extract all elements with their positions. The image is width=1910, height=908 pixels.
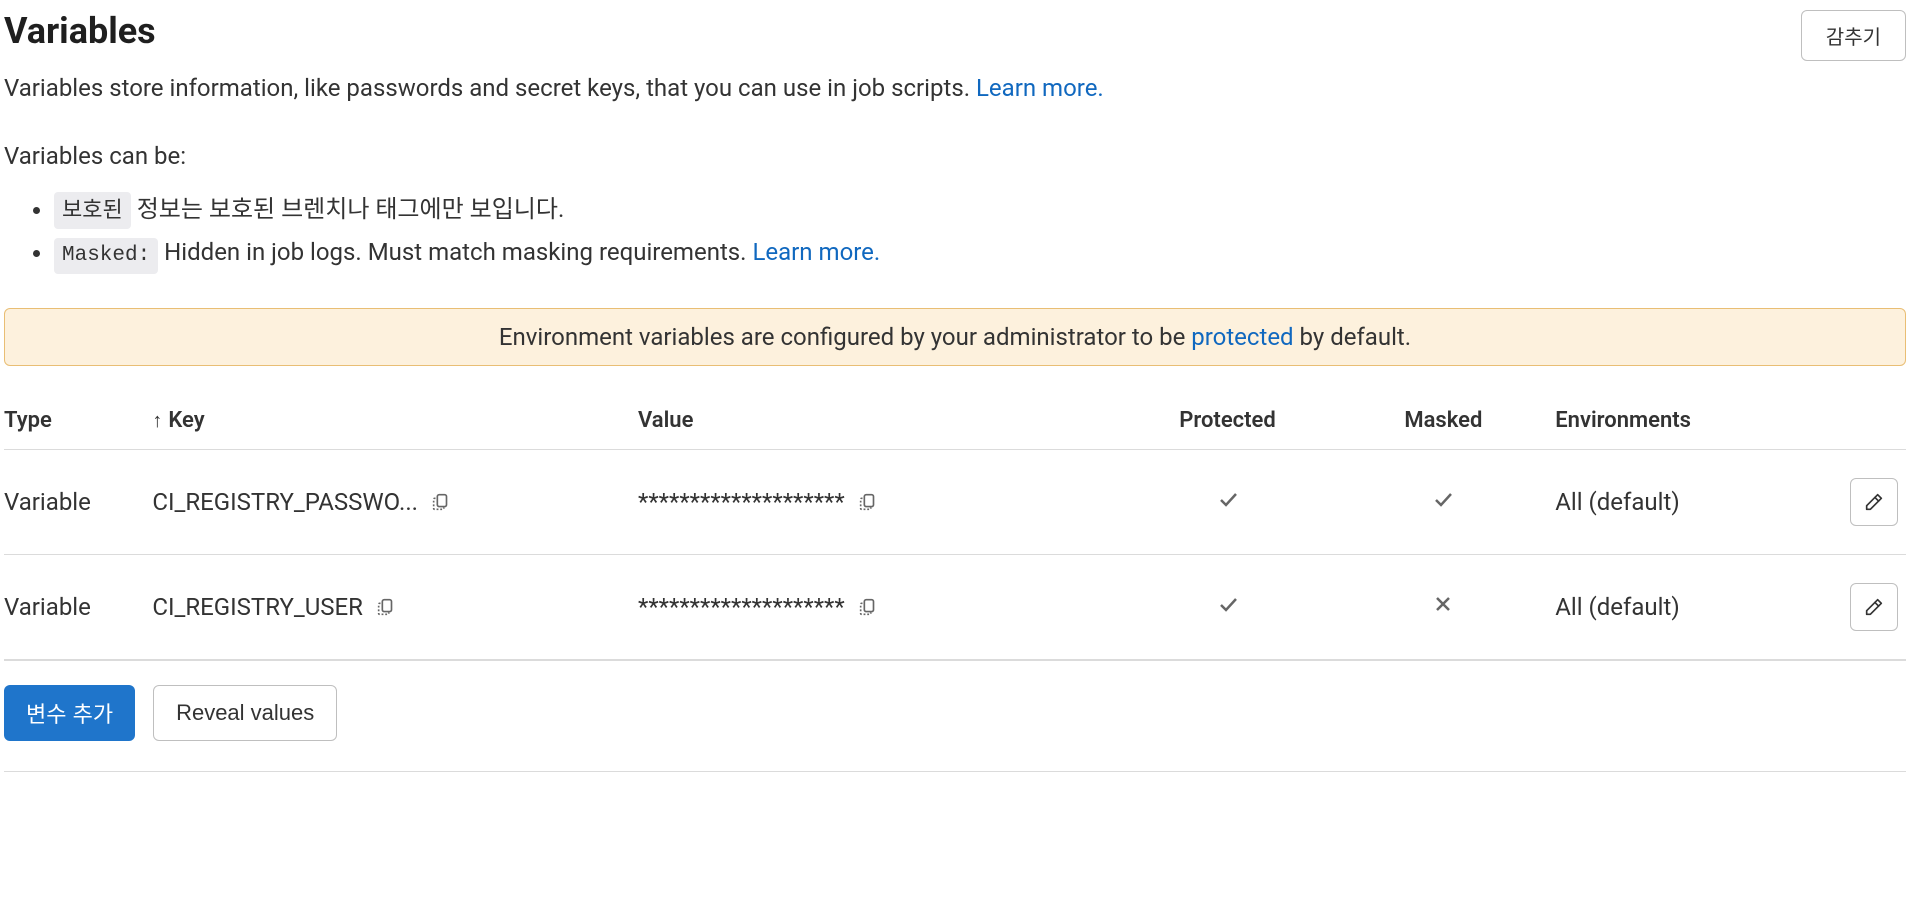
type-cell: Variable (4, 450, 152, 555)
environments-cell: All (default) (1555, 555, 1825, 661)
column-header-protected[interactable]: Protected (1124, 396, 1340, 450)
edit-button[interactable] (1850, 583, 1898, 631)
key-cell: CI_REGISTRY_PASSWO... (152, 488, 418, 516)
info-banner: Environment variables are configured by … (4, 308, 1906, 366)
column-header-masked[interactable]: Masked (1339, 396, 1555, 450)
key-header-label: Key (168, 408, 204, 433)
banner-text-before: Environment variables are configured by … (499, 323, 1191, 351)
banner-text-after: by default. (1294, 323, 1412, 351)
masked-tag: Masked: (54, 238, 158, 274)
copy-key-button[interactable] (375, 596, 397, 618)
check-icon (1216, 489, 1240, 517)
list-item: 보호된 정보는 보호된 브렌치나 태그에만 보입니다. (54, 190, 1906, 229)
copy-value-button[interactable] (857, 491, 879, 513)
value-cell: ******************** (638, 488, 845, 516)
check-icon (1431, 489, 1455, 517)
type-cell: Variable (4, 555, 152, 661)
edit-button[interactable] (1850, 478, 1898, 526)
column-header-environments[interactable]: Environments (1555, 396, 1825, 450)
copy-key-button[interactable] (430, 491, 452, 513)
learn-more-link[interactable]: Learn more. (976, 74, 1104, 102)
hide-button[interactable]: 감추기 (1801, 10, 1906, 61)
protected-link[interactable]: protected (1191, 323, 1293, 351)
sort-ascending-icon: ↑ (152, 408, 162, 432)
variables-subheading: Variables can be: (4, 142, 1906, 170)
table-row: Variable CI_REGISTRY_USER **************… (4, 555, 1906, 661)
list-item: Masked: Hidden in job logs. Must match m… (54, 233, 1906, 274)
key-cell: CI_REGISTRY_USER (152, 593, 363, 621)
learn-more-link[interactable]: Learn more. (752, 238, 880, 266)
protected-description: 정보는 보호된 브렌치나 태그에만 보입니다. (131, 195, 565, 223)
value-cell: ******************** (638, 593, 845, 621)
variables-description: Variables store information, like passwo… (4, 70, 1906, 106)
description-text: Variables store information, like passwo… (4, 74, 976, 102)
column-header-type[interactable]: Type (4, 396, 152, 450)
column-header-value[interactable]: Value (638, 396, 1124, 450)
environments-cell: All (default) (1555, 450, 1825, 555)
add-variable-button[interactable]: 변수 추가 (4, 685, 135, 741)
copy-value-button[interactable] (857, 596, 879, 618)
divider (4, 771, 1906, 772)
protected-tag: 보호된 (54, 192, 131, 229)
masked-description: Hidden in job logs. Must match masking r… (158, 238, 752, 266)
variable-types-list: 보호된 정보는 보호된 브렌치나 태그에만 보입니다. Masked: Hidd… (4, 190, 1906, 274)
table-row: Variable CI_REGISTRY_PASSWO... *********… (4, 450, 1906, 555)
check-icon (1216, 594, 1240, 622)
column-header-key[interactable]: ↑Key (152, 396, 638, 450)
x-icon (1431, 594, 1455, 622)
page-title: Variables (4, 10, 156, 52)
reveal-values-button[interactable]: Reveal values (153, 685, 337, 741)
variables-table: Type ↑Key Value Protected Masked Environ… (4, 396, 1906, 662)
